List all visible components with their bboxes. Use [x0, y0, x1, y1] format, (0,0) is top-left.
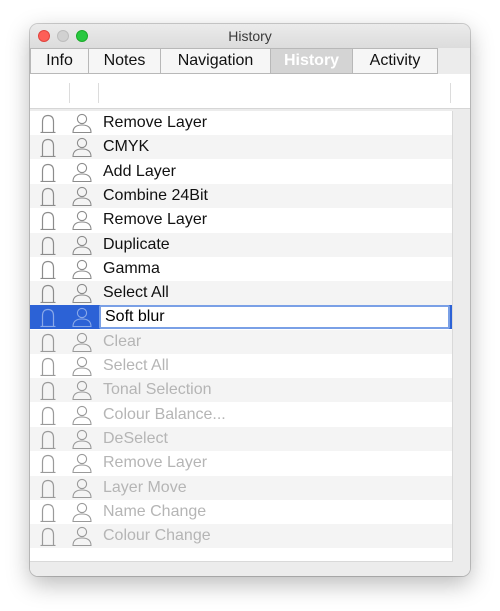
- lock-icon[interactable]: [39, 284, 57, 304]
- lock-icon[interactable]: [39, 236, 57, 255]
- history-row[interactable]: Colour Balance...: [30, 403, 452, 427]
- history-item-label: Layer Move: [103, 478, 187, 496]
- person-icon[interactable]: [71, 478, 93, 498]
- history-row[interactable]: Remove Layer: [30, 451, 452, 475]
- history-row[interactable]: Colour Change: [30, 524, 452, 549]
- lock-icon[interactable]: [39, 114, 57, 134]
- history-item-label: Name Change: [103, 502, 207, 520]
- lock-icon[interactable]: [39, 211, 57, 231]
- lock-icon[interactable]: [39, 260, 57, 279]
- lock-icon[interactable]: [39, 187, 57, 206]
- history-item-label: Colour Balance...: [103, 405, 226, 423]
- history-item-label: Clear: [103, 332, 142, 350]
- history-item-label: Select All: [103, 284, 169, 302]
- history-row[interactable]: Layer Move: [30, 475, 452, 500]
- tab-navigation[interactable]: Navigation: [161, 48, 271, 74]
- history-item-label: Tonal Selection: [103, 381, 212, 399]
- list-header: [30, 74, 470, 109]
- history-item-label: Duplicate: [103, 235, 170, 253]
- person-icon[interactable]: [71, 332, 93, 352]
- history-row[interactable]: Name Change: [30, 500, 452, 524]
- history-row[interactable]: [30, 305, 452, 330]
- person-icon[interactable]: [71, 186, 93, 206]
- history-item-label: Select All: [103, 357, 169, 374]
- history-item-label: Remove Layer: [103, 114, 208, 131]
- history-item-label: Colour Change: [103, 527, 211, 545]
- history-item-label: Remove Layer: [103, 211, 208, 229]
- tab-info[interactable]: Info: [30, 48, 89, 74]
- person-icon[interactable]: [71, 453, 93, 474]
- tab-activity[interactable]: Activity: [353, 48, 438, 74]
- person-icon[interactable]: [71, 502, 93, 522]
- lock-icon[interactable]: [39, 527, 57, 547]
- history-list[interactable]: Remove Layer CMYK Add Layer Combine 24Bit Re…: [30, 111, 453, 562]
- history-item-label: DeSelect: [103, 429, 168, 447]
- lock-icon[interactable]: [39, 406, 57, 425]
- person-icon[interactable]: [71, 405, 93, 425]
- person-icon[interactable]: [71, 380, 93, 401]
- history-row[interactable]: Duplicate: [30, 232, 452, 257]
- history-item-label: Add Layer: [103, 162, 176, 180]
- tab-notes[interactable]: Notes: [89, 48, 161, 74]
- column-separator[interactable]: [98, 83, 99, 103]
- lock-icon[interactable]: [39, 138, 57, 158]
- window-title: History: [228, 28, 272, 44]
- history-row[interactable]: Combine 24Bit: [30, 183, 452, 208]
- person-icon[interactable]: [71, 356, 93, 377]
- person-icon[interactable]: [71, 113, 93, 134]
- history-window: History Info Notes Navigation History Ac…: [30, 24, 470, 576]
- history-row[interactable]: Add Layer: [30, 160, 452, 184]
- title-bar[interactable]: History: [30, 24, 470, 48]
- history-row[interactable]: Clear: [30, 329, 452, 354]
- lock-icon[interactable]: [39, 479, 57, 498]
- history-item-label: Remove Layer: [103, 454, 208, 472]
- history-item-name-field[interactable]: [99, 305, 450, 330]
- lock-icon[interactable]: [39, 503, 57, 522]
- person-icon[interactable]: [71, 526, 93, 547]
- column-separator[interactable]: [69, 83, 70, 103]
- lock-icon[interactable]: [39, 333, 57, 352]
- history-item-label: CMYK: [103, 138, 150, 156]
- panel-footer: [30, 564, 470, 576]
- person-icon[interactable]: [71, 307, 93, 328]
- history-item-label: Gamma: [103, 259, 160, 277]
- person-icon[interactable]: [71, 137, 93, 158]
- lock-icon[interactable]: [39, 454, 57, 474]
- tab-bar: Info Notes Navigation History Activity: [30, 48, 470, 74]
- person-icon[interactable]: [71, 429, 93, 449]
- person-icon[interactable]: [71, 210, 93, 231]
- history-row[interactable]: CMYK: [30, 135, 452, 160]
- lock-icon[interactable]: [39, 430, 57, 449]
- history-row[interactable]: Gamma: [30, 257, 452, 281]
- column-separator[interactable]: [450, 83, 451, 103]
- person-icon[interactable]: [71, 283, 93, 304]
- history-row[interactable]: Remove Layer: [30, 208, 452, 232]
- history-row[interactable]: Select All: [30, 354, 452, 378]
- history-item-label: Combine 24Bit: [103, 186, 208, 204]
- history-row[interactable]: Remove Layer: [30, 111, 452, 135]
- lock-icon[interactable]: [39, 163, 57, 182]
- history-row[interactable]: DeSelect: [30, 426, 452, 451]
- person-icon[interactable]: [71, 162, 93, 182]
- history-panel: Remove Layer CMYK Add Layer Combine 24Bit Re…: [30, 74, 470, 576]
- person-icon[interactable]: [71, 259, 93, 279]
- lock-icon[interactable]: [39, 381, 57, 401]
- lock-icon[interactable]: [39, 308, 57, 328]
- tab-history[interactable]: History: [271, 48, 353, 74]
- history-row[interactable]: Tonal Selection: [30, 378, 452, 403]
- history-row[interactable]: Select All: [30, 281, 452, 306]
- person-icon[interactable]: [71, 235, 93, 255]
- lock-icon[interactable]: [39, 357, 57, 377]
